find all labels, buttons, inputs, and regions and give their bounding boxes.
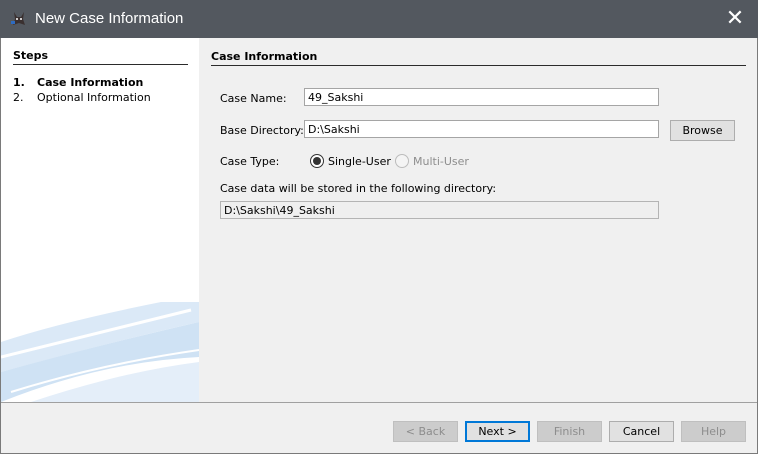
storage-directory-field: D:\Sakshi\49_Sakshi bbox=[220, 201, 659, 219]
help-button[interactable]: Help bbox=[681, 421, 746, 442]
step-label: Optional Information bbox=[37, 91, 151, 104]
single-user-label: Single-User bbox=[328, 155, 391, 168]
steps-pane: Steps 1. Case Information 2. Optional Info… bbox=[1, 38, 199, 402]
finish-button[interactable]: Finish bbox=[537, 421, 602, 442]
case-information-pane: Case Information Case Name: 49_Sakshi Ba… bbox=[199, 38, 757, 402]
case-type-label: Case Type: bbox=[220, 155, 280, 168]
step-number: 1. bbox=[13, 76, 25, 89]
case-name-label: Case Name: bbox=[220, 92, 287, 105]
panel-heading: Case Information bbox=[211, 50, 318, 63]
case-name-input[interactable]: 49_Sakshi bbox=[304, 88, 659, 106]
next-button[interactable]: Next > bbox=[465, 421, 530, 442]
title-bar: New Case Information ✕ bbox=[0, 0, 758, 38]
multi-user-label: Multi-User bbox=[413, 155, 469, 168]
button-bar-divider bbox=[1, 402, 757, 403]
steps-divider bbox=[13, 64, 188, 65]
multi-user-radio[interactable] bbox=[395, 154, 409, 168]
base-directory-label: Base Directory: bbox=[220, 124, 304, 137]
decorative-swoosh bbox=[1, 302, 199, 402]
close-icon[interactable]: ✕ bbox=[712, 0, 758, 38]
cancel-button[interactable]: Cancel bbox=[609, 421, 674, 442]
step-case-information: 1. Case Information bbox=[13, 76, 143, 89]
panel-divider bbox=[211, 65, 746, 66]
step-optional-information: 2. Optional Information bbox=[13, 91, 151, 104]
step-label: Case Information bbox=[37, 76, 144, 89]
app-icon bbox=[11, 12, 25, 25]
window-title: New Case Information bbox=[35, 10, 184, 27]
back-button[interactable]: < Back bbox=[393, 421, 458, 442]
storage-directory-label: Case data will be stored in the followin… bbox=[220, 182, 497, 195]
base-directory-input[interactable]: D:\Sakshi bbox=[304, 120, 659, 138]
steps-heading: Steps bbox=[13, 49, 49, 62]
single-user-radio[interactable] bbox=[310, 154, 324, 168]
step-number: 2. bbox=[13, 91, 24, 104]
browse-button[interactable]: Browse bbox=[670, 120, 735, 141]
